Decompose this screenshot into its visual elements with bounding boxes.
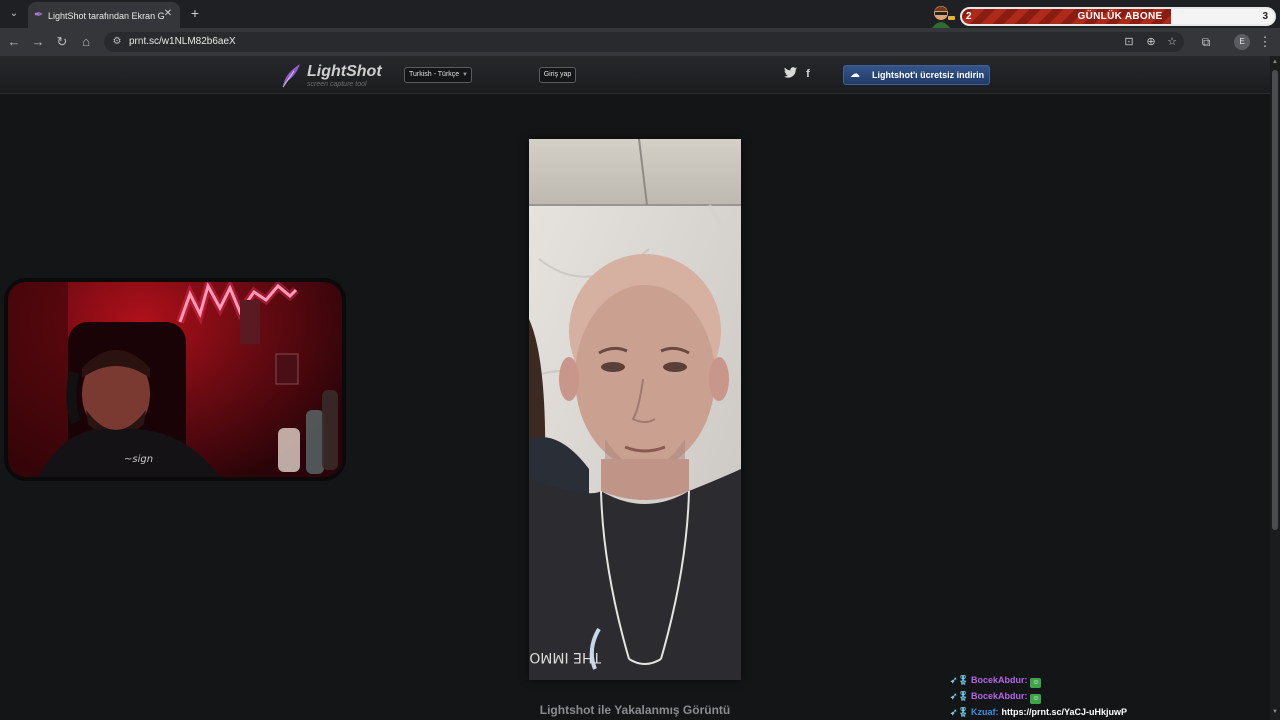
scroll-thumb[interactable] (1272, 70, 1278, 530)
zoom-icon[interactable]: ⊕ (1144, 35, 1158, 49)
sub-goal-label: GÜNLÜK ABONE (1077, 11, 1163, 22)
download-cloud-icon: ☁ (850, 69, 860, 80)
chat-message-text[interactable]: https://prnt.sc/YaCJ-uHkjuwP (1001, 707, 1127, 717)
svg-text:~sign: ~sign (124, 454, 153, 465)
sub-goal-bar: 2 GÜNLÜK ABONE 3 (960, 7, 1276, 26)
chevron-down-icon: ▼ (462, 72, 468, 78)
forward-arrow-icon[interactable]: → (30, 34, 46, 50)
logo-name[interactable]: LightShot (307, 63, 382, 81)
tab-title: LightShot tarafından Ekran Görüntüsü (48, 11, 164, 21)
logo-tagline: screen capture tool (307, 81, 367, 88)
extensions-icon[interactable]: ⧉ (1198, 34, 1214, 50)
stream-chat: ➶🎖 BocekAbdur: ☺ ➶🎖 BocekAbdur: ☺ ➶🎖 Kzuaf: http… (950, 672, 1250, 720)
menu-kebab-icon[interactable]: ⋮ (1258, 34, 1272, 50)
new-tab-icon[interactable]: + (188, 5, 202, 21)
language-select[interactable]: Turkish - Türkçe ▼ (404, 67, 472, 83)
download-label: Lightshot'ı ücretsiz indirin (872, 70, 985, 80)
screenshot-image: THE IMMORTAL (529, 139, 741, 680)
site-info-icon[interactable]: ⚙ (110, 35, 124, 49)
chat-message: ➶🎖 BocekAbdur: ☺ (950, 688, 1250, 704)
address-bar[interactable]: ⚙ prnt.sc/w1NLM82b6aeX ⊡ ⊕ ☆ (104, 32, 1184, 52)
facebook-icon[interactable]: f (801, 67, 815, 81)
twitter-icon[interactable] (783, 67, 797, 81)
captured-screenshot: THE IMMORTAL (529, 139, 741, 680)
page-scrollbar[interactable]: ▲ ▼ (1270, 56, 1280, 720)
feather-icon: ✒ (34, 9, 44, 21)
tab-search-icon[interactable]: ⌄ (6, 6, 22, 22)
download-button[interactable]: ☁ Lightshot'ı ücretsiz indirin (843, 65, 990, 85)
site-header: LightShot screen capture tool Turkish - … (0, 56, 1270, 94)
profile-avatar[interactable]: E (1234, 34, 1250, 50)
lightshot-feather-icon[interactable] (280, 62, 302, 88)
close-icon[interactable]: ✕ (162, 8, 174, 20)
toolbar: ← → ↻ ⌂ ⚙ prnt.sc/w1NLM82b6aeX ⊡ ⊕ ☆ ⧉ E… (0, 28, 1280, 56)
url-text[interactable]: prnt.sc/w1NLM82b6aeX (129, 35, 236, 49)
chat-badge-icon: ➶🎖 (950, 707, 969, 717)
back-arrow-icon[interactable]: ← (6, 34, 22, 50)
sub-goal-target: 3 (1262, 11, 1268, 22)
tab-strip: ⌄ ✒ LightShot tarafından Ekran Görüntüsü… (0, 0, 1280, 28)
webcam-overlay: ~sign (4, 278, 346, 481)
chat-badge-icon: ➶🎖 (950, 691, 969, 701)
chat-username[interactable]: BocekAbdur: (971, 691, 1028, 701)
chat-username[interactable]: BocekAbdur: (971, 675, 1028, 685)
chat-message: ➶🎖 Kzuaf: https://prnt.sc/YaCJ-uHkjuwP (950, 704, 1250, 720)
install-app-icon[interactable]: ⊡ (1122, 35, 1136, 49)
scroll-up-icon[interactable]: ▲ (1271, 58, 1279, 66)
reload-icon[interactable]: ↻ (54, 34, 70, 50)
chat-emote-icon: ☺ (1030, 678, 1042, 688)
login-button[interactable]: Giriş yap (539, 67, 576, 83)
chat-emote-icon: ☺ (1030, 694, 1042, 704)
language-value: Turkish - Türkçe (409, 71, 460, 78)
bookmark-star-icon[interactable]: ☆ (1165, 35, 1179, 49)
home-icon[interactable]: ⌂ (78, 34, 94, 50)
browser-tab[interactable]: ✒ LightShot tarafından Ekran Görüntüsü ✕ (28, 2, 180, 28)
chat-badge-icon: ➶🎖 (950, 675, 969, 685)
webcam-scene: ~sign (8, 282, 338, 477)
streamer-avatar-icon (932, 6, 955, 28)
shirt-text: THE IMMORTAL (529, 649, 602, 665)
chat-username[interactable]: Kzuaf: (971, 707, 999, 717)
scroll-down-icon[interactable]: ▼ (1271, 708, 1279, 716)
chat-message: ➶🎖 BocekAbdur: ☺ (950, 672, 1250, 688)
